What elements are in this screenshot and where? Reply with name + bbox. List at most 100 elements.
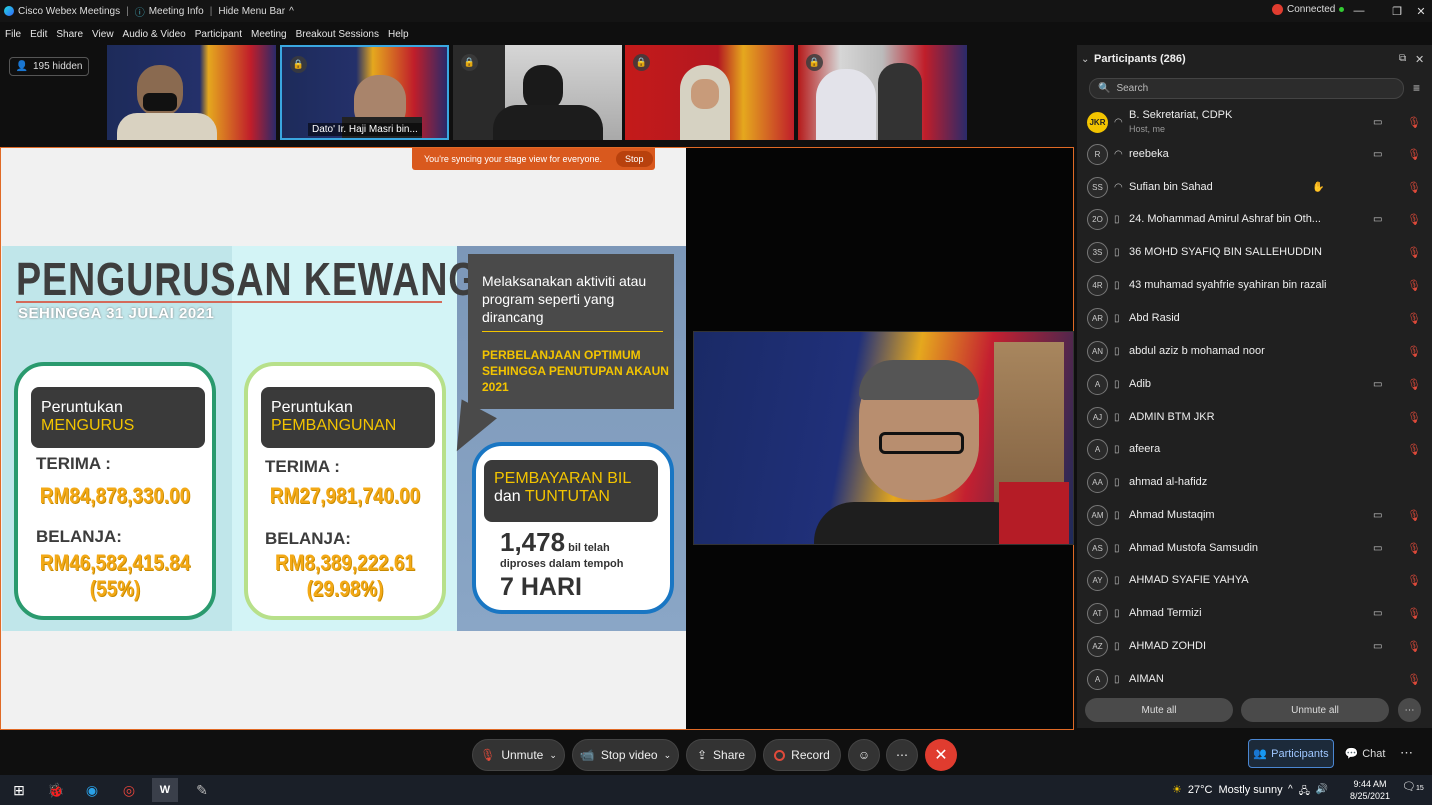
hide-menu-bar-button[interactable]: Hide Menu Bar ^ xyxy=(214,6,297,17)
meeting-info-button[interactable]: ⓘ Meeting Info xyxy=(131,4,208,19)
mic-muted-icon[interactable]: 🎙 xyxy=(1407,607,1421,620)
mic-muted-icon[interactable]: 🎙 xyxy=(1407,443,1421,456)
leave-meeting-button[interactable]: ✕ xyxy=(925,739,957,771)
participant-row[interactable]: 4R ▯ 43 muhamad syahfrie syahiran bin raza… xyxy=(1077,269,1424,301)
participant-row[interactable]: AJ ▯ ADMIN BTM JKR 🎙 xyxy=(1077,401,1424,433)
menu-meeting[interactable]: Meeting xyxy=(251,29,287,40)
chat-tab-button[interactable]: 💬 Chat xyxy=(1340,739,1390,768)
mic-muted-icon[interactable]: 🎙 xyxy=(1407,574,1421,587)
close-window-button[interactable]: ✕ xyxy=(1410,0,1432,22)
notification-icon[interactable]: 🗨15 xyxy=(1402,780,1424,793)
edge-browser-icon[interactable]: ◉ xyxy=(79,778,105,802)
participants-tab-button[interactable]: 👥 Participants xyxy=(1248,739,1334,768)
windows-start-icon[interactable]: ⊞ xyxy=(6,778,32,802)
participant-name: Ahmad Mustofa Samsudin xyxy=(1129,542,1259,554)
video-thumbnail[interactable]: 🔒 xyxy=(453,45,622,140)
participant-row[interactable]: AT ▯ Ahmad Termizi ▭ 🎙 xyxy=(1077,597,1424,629)
mic-muted-icon[interactable]: 🎙 xyxy=(1407,116,1421,129)
avatar: 3S xyxy=(1087,241,1108,263)
avatar: AM xyxy=(1087,504,1108,526)
participant-row[interactable]: 3S ▯ 36 MOHD SYAFIQ BIN SALLEHUDDIN 🎙 xyxy=(1077,236,1424,268)
mic-muted-icon[interactable]: 🎙 xyxy=(1407,279,1421,292)
mute-all-button[interactable]: Mute all xyxy=(1085,698,1233,722)
lock-icon: 🔒 xyxy=(461,54,478,71)
menu-edit[interactable]: Edit xyxy=(30,29,47,40)
stop-sync-button[interactable]: Stop xyxy=(615,151,653,167)
video-icon: ▭ xyxy=(1373,509,1383,521)
menu-breakout[interactable]: Breakout Sessions xyxy=(296,29,379,40)
lock-icon: 🔒 xyxy=(806,54,823,71)
more-options-button[interactable]: ⋯ xyxy=(1398,698,1421,722)
more-button[interactable]: ⋯ xyxy=(886,739,918,771)
participant-row[interactable]: R ◠ reebeka ▭ 🎙 xyxy=(1077,138,1424,170)
connection-status[interactable]: Connected xyxy=(1268,4,1348,15)
hidden-participants-button[interactable]: 👤 195 hidden xyxy=(9,57,89,76)
unmute-all-button[interactable]: Unmute all xyxy=(1241,698,1389,722)
participant-row[interactable]: A ▯ AIMAN 🎙 xyxy=(1077,663,1424,695)
mic-muted-icon[interactable]: 🎙 xyxy=(1407,542,1421,555)
mic-muted-icon[interactable]: 🎙 xyxy=(1407,411,1421,424)
reactions-button[interactable]: ☺ xyxy=(848,739,880,771)
menu-view[interactable]: View xyxy=(92,29,114,40)
video-thumbnail-active[interactable]: 🔒 Dato' Ir. Haji Masri bin... xyxy=(280,45,449,140)
mic-muted-icon[interactable]: 🎙 xyxy=(1407,345,1421,358)
participant-row[interactable]: AA ▯ ahmad al-hafidz xyxy=(1077,466,1424,498)
participant-row[interactable]: 2O ▯ 24. Mohammad Amirul Ashraf bin Oth...… xyxy=(1077,203,1424,235)
mic-muted-icon[interactable]: 🎙 xyxy=(1407,509,1421,522)
participants-tab-label: Participants xyxy=(1271,747,1329,760)
menu-audio-video[interactable]: Audio & Video xyxy=(123,29,186,40)
clock[interactable]: 9:44 AM 8/25/2021 xyxy=(1346,778,1394,802)
participant-row[interactable]: JKR ◠ B. Sekretariat, CDPK Host, me ▭ 🎙 xyxy=(1077,106,1424,138)
bill-count-number: 1,478 xyxy=(500,527,566,557)
mic-muted-icon[interactable]: 🎙 xyxy=(1407,148,1421,161)
webex-taskbar-icon[interactable]: W xyxy=(152,778,178,802)
menu-help[interactable]: Help xyxy=(388,29,409,40)
mic-muted-icon[interactable]: 🎙 xyxy=(1407,181,1421,194)
popout-icon[interactable]: ⧉ xyxy=(1399,53,1406,64)
system-tray[interactable]: ^ 🖧 🔊 xyxy=(1288,784,1328,801)
participant-row[interactable]: SS ◠ Sufian bin Sahad ✋ 🎙 xyxy=(1077,171,1424,203)
video-thumbnail[interactable] xyxy=(107,45,276,140)
mobile-device-icon: ▯ xyxy=(1114,607,1120,619)
minimize-button[interactable]: — xyxy=(1348,0,1370,22)
active-speaker-video[interactable] xyxy=(693,331,1074,545)
app-icon[interactable]: ✎ xyxy=(189,778,215,802)
participant-row[interactable]: A ▯ afeera 🎙 xyxy=(1077,433,1424,465)
panel-more-button[interactable]: ⋯ xyxy=(1400,745,1413,761)
video-thumbnail[interactable]: 🔒 xyxy=(798,45,967,140)
mic-muted-icon[interactable]: 🎙 xyxy=(1407,246,1421,259)
participant-search-input[interactable]: 🔍 Search xyxy=(1089,78,1404,99)
weather-widget[interactable]: ☀ 27°C Mostly sunny xyxy=(1172,783,1283,797)
maximize-button[interactable]: ❐ xyxy=(1386,0,1408,22)
avatar: AY xyxy=(1087,569,1108,591)
mic-muted-icon[interactable]: 🎙 xyxy=(1407,673,1421,686)
participant-row[interactable]: A ▯ Adib ▭ 🎙 xyxy=(1077,368,1424,400)
app-icon[interactable]: 🐞 xyxy=(43,778,69,802)
mic-muted-icon[interactable]: 🎙 xyxy=(1407,640,1421,653)
close-panel-icon[interactable]: ✕ xyxy=(1415,53,1424,66)
participant-row[interactable]: AY ▯ AHMAD SYAFIE YAHYA 🎙 xyxy=(1077,564,1424,596)
participant-row[interactable]: AR ▯ Abd Rasid 🎙 xyxy=(1077,302,1424,334)
menu-share[interactable]: Share xyxy=(56,29,83,40)
menu-file[interactable]: File xyxy=(5,29,21,40)
participant-row[interactable]: AN ▯ abdul aziz b mohamad noor 🎙 xyxy=(1077,335,1424,367)
mic-muted-icon[interactable]: 🎙 xyxy=(1407,312,1421,325)
sort-list-icon[interactable]: ≡ xyxy=(1413,81,1420,95)
record-button[interactable]: Record xyxy=(763,739,841,771)
participant-row[interactable]: AZ ▯ AHMAD ZOHDI ▭ 🎙 xyxy=(1077,630,1424,662)
headset-icon: ◠ xyxy=(1114,181,1123,193)
unmute-button[interactable]: 🎙 Unmute ⌄ xyxy=(472,739,565,771)
collapse-chevron-icon[interactable]: ⌄ xyxy=(1081,54,1089,65)
share-button[interactable]: ⇪ Share xyxy=(686,739,756,771)
video-thumbnail[interactable]: 🔒 xyxy=(625,45,794,140)
card-header-line2: PEMBANGUNAN xyxy=(271,417,397,434)
avatar: AT xyxy=(1087,602,1108,624)
menu-participant[interactable]: Participant xyxy=(195,29,242,40)
mic-muted-icon[interactable]: 🎙 xyxy=(1407,213,1421,226)
mic-muted-icon[interactable]: 🎙 xyxy=(1407,378,1421,391)
participant-row[interactable]: AM ▯ Ahmad Mustaqim ▭ 🎙 xyxy=(1077,499,1424,531)
chrome-browser-icon[interactable]: ◎ xyxy=(116,778,142,802)
stop-video-button[interactable]: 📹 Stop video ⌄ xyxy=(572,739,679,771)
participant-row[interactable]: AS ▯ Ahmad Mustofa Samsudin ▭ 🎙 xyxy=(1077,532,1424,564)
headset-icon: ◠ xyxy=(1114,148,1123,160)
